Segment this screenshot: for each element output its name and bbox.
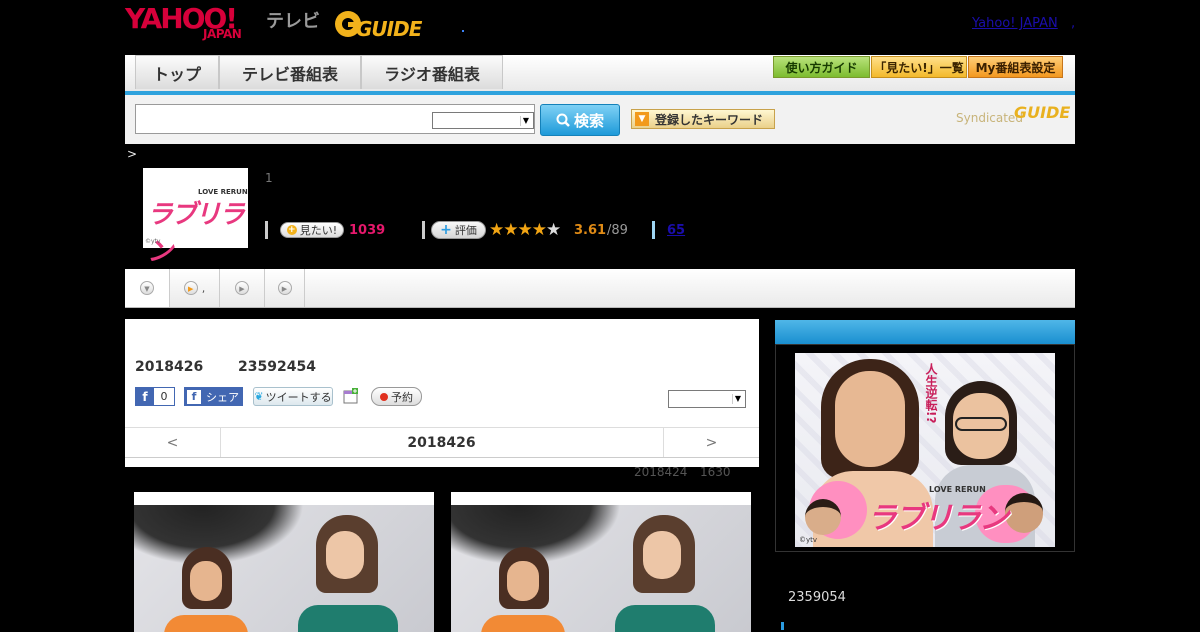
- update-date: 2018424: [634, 465, 688, 479]
- star-icon: ★: [546, 220, 561, 240]
- registered-keywords-label: 登録したキーワード: [655, 112, 764, 127]
- episode-photo[interactable]: [451, 492, 751, 632]
- top-link-separator: ,: [1071, 16, 1076, 31]
- previous-date-button[interactable]: <: [125, 428, 221, 457]
- chevron-down-icon: ▼: [520, 116, 531, 126]
- facebook-icon: f: [136, 388, 154, 405]
- star-icon: ★: [489, 220, 504, 240]
- facebook-like-button[interactable]: f 0: [135, 387, 175, 406]
- tab-tv-schedule[interactable]: テレビ番組表: [219, 55, 361, 89]
- rating-score: 3.61: [574, 223, 607, 238]
- play-circle-icon: ▶: [277, 281, 292, 295]
- syndicated-label: Syndicated: [956, 111, 1023, 125]
- rate-button-label: 評価: [454, 224, 477, 237]
- want-to-watch-label: 見たい!: [299, 224, 338, 237]
- photo-person: [164, 547, 248, 632]
- calendar-icon[interactable]: [343, 388, 359, 404]
- update-time: 1630: [700, 465, 731, 479]
- chevron-down-icon: ▼: [140, 281, 154, 295]
- program-thumbnail[interactable]: LOVE RERUN ラブリラン ©ytv: [143, 168, 248, 267]
- tweet-button[interactable]: ❦ ツイートする: [253, 387, 333, 406]
- search-category-select[interactable]: ▼: [432, 112, 534, 129]
- program-subtabs: ▼ ▶ , ▶ ▶: [125, 269, 1075, 308]
- photo-person: [481, 547, 565, 632]
- yahoo-logo-text: YAHOO!: [125, 2, 238, 35]
- reserve-recording-button[interactable]: 予約: [371, 387, 422, 406]
- watchlist-button[interactable]: 「見たい!」一覧: [871, 56, 967, 78]
- facebook-share-label: シェア: [206, 390, 239, 404]
- play-circle-icon: ▶: [183, 281, 198, 295]
- subtab-1[interactable]: ▼: [125, 269, 170, 307]
- plus-icon: +: [286, 225, 297, 235]
- search-button-label: 検索: [573, 111, 604, 130]
- divider: [652, 221, 655, 239]
- photo-person: [290, 515, 400, 632]
- want-to-watch-count: 1039: [349, 223, 386, 238]
- rate-button[interactable]: + 評価: [431, 221, 486, 239]
- plus-icon: +: [440, 222, 452, 238]
- sidebar-marker: [781, 622, 784, 630]
- gguide-logo[interactable]: GUIDE: [334, 7, 434, 41]
- play-circle-icon: ▶: [235, 281, 249, 295]
- nav-utility-buttons: 使い方ガイド 「見たい!」一覧 My番組表設定: [773, 56, 1063, 78]
- photo-person: [607, 515, 717, 632]
- photo-image: [451, 505, 751, 632]
- gguide-logo-text: GUIDE: [356, 17, 422, 41]
- thumbnail-copyright: ©ytv: [145, 238, 161, 245]
- episode-photo[interactable]: [134, 492, 434, 632]
- current-date: 2018426: [407, 434, 476, 451]
- thumbnail-title: ラブリラン: [147, 200, 245, 267]
- facebook-icon: f: [187, 389, 201, 404]
- next-date-button[interactable]: >: [663, 428, 759, 457]
- breadcrumb-separator: >: [127, 147, 138, 161]
- review-count-link[interactable]: 65: [667, 223, 685, 238]
- reserve-recording-label: 予約: [391, 390, 413, 404]
- air-date: 2018426: [135, 359, 204, 375]
- tv-logo-label: テレビ: [266, 11, 320, 32]
- twitter-icon: ❦: [254, 390, 264, 403]
- program-poster[interactable]: 人生逆転!? LOVE RERUN ラブリラン ©ytv: [795, 353, 1055, 547]
- tab-radio-schedule[interactable]: ラジオ番組表: [361, 55, 503, 89]
- yahoo-logo-sub: JAPAN: [203, 27, 242, 41]
- record-icon: [380, 392, 388, 401]
- tab-top[interactable]: トップ: [135, 55, 219, 89]
- poster-title: ラブリラン: [867, 501, 1009, 536]
- poster-catchphrase: 人生逆転!?: [924, 363, 938, 424]
- want-to-watch-button[interactable]: + 見たい!: [280, 222, 344, 238]
- keyword-arrow-icon: ▼: [635, 112, 649, 126]
- tweet-button-label: ツイートする: [265, 390, 332, 404]
- header-dot: [462, 30, 464, 32]
- star-icon: ★: [517, 220, 533, 240]
- subtab-3[interactable]: ▶: [220, 269, 265, 307]
- sidebar-program-id: 2359054: [788, 590, 846, 605]
- divider: [265, 221, 268, 239]
- facebook-like-count: 0: [154, 388, 174, 405]
- facebook-share-button[interactable]: f シェア: [184, 387, 243, 406]
- subtab-2[interactable]: ▶ ,: [170, 269, 220, 307]
- global-nav-tabs: トップ テレビ番組表 ラジオ番組表: [135, 55, 503, 91]
- photo-image: [134, 505, 434, 632]
- rating-total: /89: [607, 223, 628, 238]
- registered-keywords-button[interactable]: ▼ 登録したキーワード: [631, 109, 775, 129]
- yahoo-japan-link[interactable]: Yahoo! JAPAN: [972, 16, 1058, 31]
- star-icon: ★: [503, 220, 518, 240]
- sidebar-header: [775, 320, 1075, 344]
- my-schedule-settings-button[interactable]: My番組表設定: [968, 56, 1063, 78]
- chevron-down-icon: ▼: [732, 394, 743, 404]
- content-select[interactable]: ▼: [668, 390, 746, 408]
- star-icon: ★: [531, 220, 547, 240]
- air-time-id: 23592454: [238, 359, 316, 375]
- subtab-4[interactable]: ▶: [265, 269, 305, 307]
- subtab-2-label: ,: [201, 281, 206, 295]
- search-button[interactable]: 検索: [540, 104, 620, 136]
- poster-copyright: ©ytv: [799, 536, 818, 544]
- usage-guide-button[interactable]: 使い方ガイド: [773, 56, 870, 78]
- divider: [422, 221, 425, 239]
- episode-number: 1: [265, 171, 273, 185]
- syndicated-gguide-logo: GUIDE: [1014, 103, 1071, 122]
- yahoo-japan-logo[interactable]: YAHOO! JAPAN: [125, 2, 263, 42]
- date-navigation: < 2018426 >: [125, 427, 759, 458]
- search-icon: [556, 113, 570, 127]
- rating-stars: ★★★★★: [489, 220, 561, 240]
